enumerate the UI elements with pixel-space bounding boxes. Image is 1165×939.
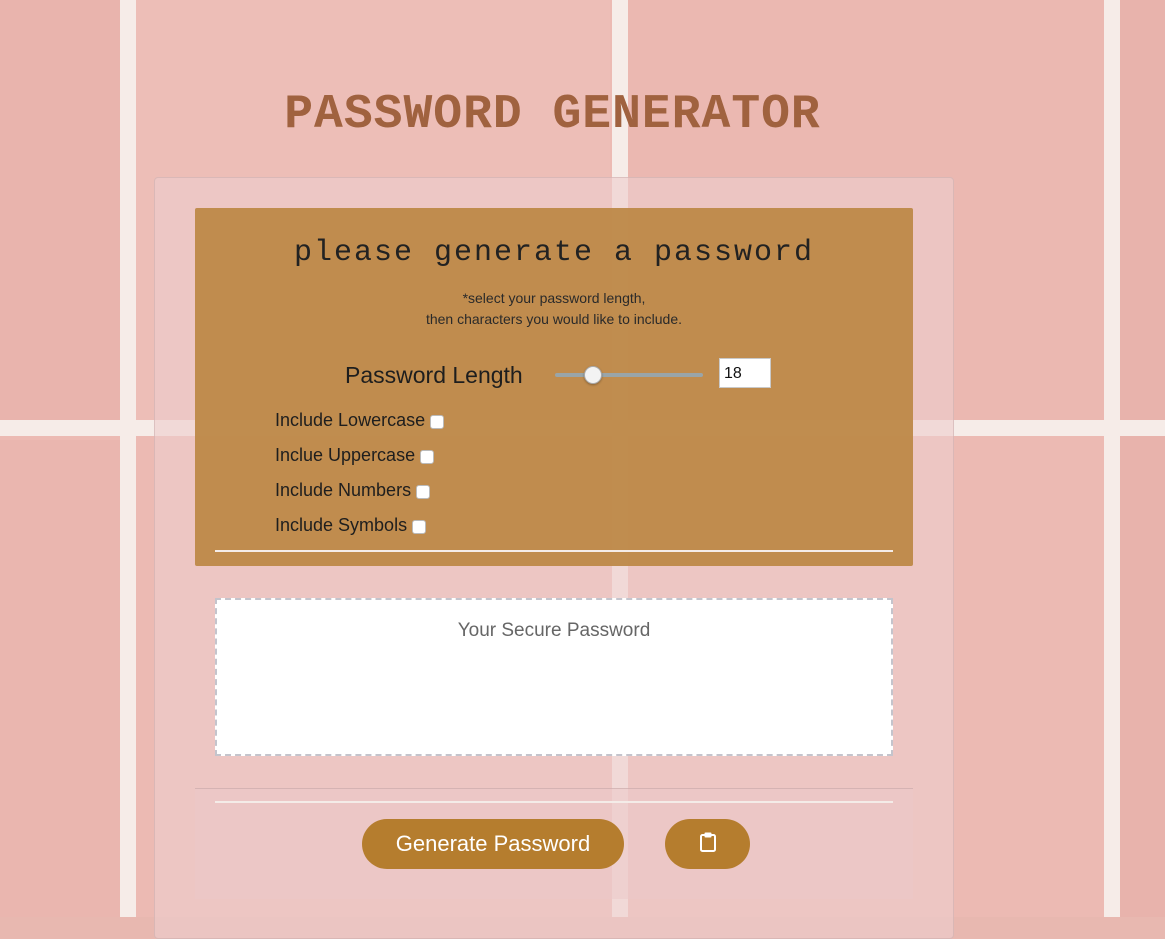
uppercase-checkbox[interactable] [420, 450, 435, 464]
option-label: Include Numbers [275, 480, 412, 500]
numbers-checkbox[interactable] [416, 485, 431, 499]
generate-password-button[interactable]: Generate Password [362, 819, 624, 869]
length-slider[interactable] [555, 366, 703, 384]
divider [215, 801, 893, 803]
clipboard-icon [699, 831, 717, 858]
divider [215, 550, 893, 552]
option-symbols[interactable]: Include Symbols [275, 515, 427, 536]
length-row: Password Length 18 [345, 358, 771, 392]
symbols-checkbox[interactable] [412, 520, 427, 534]
instruction-line-1: *select your password length, [462, 290, 646, 306]
slider-thumb[interactable] [583, 366, 602, 384]
option-label: Include Symbols [275, 515, 408, 535]
page-title: PASSWORD GENERATOR [284, 88, 821, 142]
option-uppercase[interactable]: Inclue Uppercase [275, 445, 435, 466]
option-numbers[interactable]: Include Numbers [275, 480, 431, 501]
lowercase-checkbox[interactable] [430, 415, 445, 429]
generator-card: please generate a password *select your … [154, 177, 954, 939]
option-label: Inclue Uppercase [275, 445, 416, 465]
length-label: Password Length [345, 361, 523, 388]
copy-button[interactable] [665, 819, 750, 869]
instruction-line-2: then characters you would like to includ… [425, 311, 683, 327]
card-heading: please generate a password [293, 236, 815, 270]
card-footer: Generate Password [195, 788, 913, 899]
card-header: please generate a password *select your … [195, 208, 913, 566]
length-input[interactable]: 18 [719, 358, 771, 388]
password-placeholder: Your Secure Password [457, 620, 651, 641]
option-label: Include Lowercase [275, 410, 426, 430]
option-lowercase[interactable]: Include Lowercase [275, 410, 445, 431]
password-output[interactable]: Your Secure Password [215, 598, 893, 756]
